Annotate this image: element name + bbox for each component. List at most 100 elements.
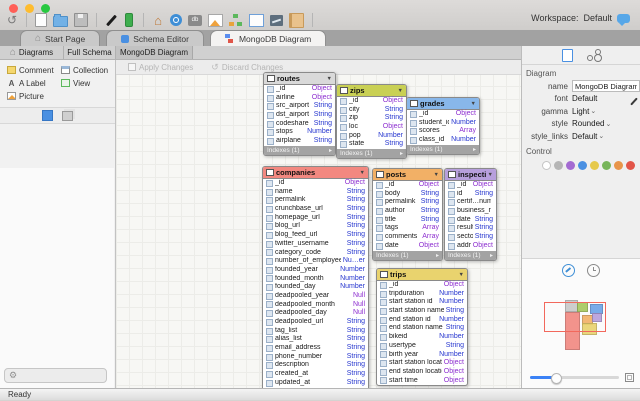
field-row[interactable]: _idObject <box>263 179 368 188</box>
field-row[interactable]: src_airportString <box>264 102 335 111</box>
connect-icon[interactable] <box>123 13 135 28</box>
undo-icon[interactable]: ↺ <box>6 13 18 28</box>
field-row[interactable]: deadpooled_urlString <box>263 318 368 327</box>
field-row[interactable]: stopsNumber <box>264 128 335 137</box>
tab-start-page[interactable]: ⌂ Start Page <box>20 30 100 46</box>
palette-item-view[interactable]: View <box>61 78 115 88</box>
field-row[interactable]: zipString <box>337 114 406 123</box>
collapse-caret-icon[interactable]: ▼ <box>360 170 365 176</box>
field-row[interactable]: twitter_usernameString <box>263 240 368 249</box>
field-row[interactable]: founded_monthNumber <box>263 275 368 284</box>
collection-header[interactable]: routes▼ <box>264 73 335 85</box>
property-value[interactable]: Default <box>572 94 597 103</box>
layers-icon[interactable] <box>62 111 73 121</box>
color-dot-6[interactable] <box>614 161 623 170</box>
field-row[interactable]: number_of_employeesNu…er <box>263 257 368 266</box>
field-row[interactable]: deadpooled_monthNull <box>263 301 368 310</box>
palette-item-comment[interactable]: Comment <box>7 65 61 75</box>
collection-header[interactable]: posts▼ <box>373 169 442 181</box>
collapse-caret-icon[interactable]: ▼ <box>434 172 439 178</box>
collapse-caret-icon[interactable]: ▼ <box>488 172 493 178</box>
field-row[interactable]: category_codeString <box>263 249 368 258</box>
field-row[interactable]: _idObject <box>445 181 496 190</box>
chevron-down-icon[interactable]: ⌄ <box>605 120 611 128</box>
zoom-slider[interactable] <box>530 376 619 379</box>
field-row[interactable]: locObject <box>337 123 406 132</box>
color-dot-5[interactable] <box>602 161 611 170</box>
field-row[interactable]: deadpooled_dayNull <box>263 309 368 318</box>
field-row[interactable]: phone_numberString <box>263 353 368 362</box>
hierarchy-icon[interactable] <box>229 13 243 28</box>
collapse-caret-icon[interactable]: ▼ <box>471 101 476 107</box>
color-dot-4[interactable] <box>590 161 599 170</box>
field-row[interactable]: sectorString <box>445 233 496 242</box>
tab-schema-editor[interactable]: Schema Editor <box>106 30 204 46</box>
field-row[interactable]: dst_airportString <box>264 111 335 120</box>
field-row[interactable]: _idObject <box>407 110 479 119</box>
edit-mode-icon[interactable] <box>562 264 575 277</box>
indexes-footer[interactable]: Indexes (1)▸ <box>407 145 479 154</box>
field-row[interactable]: crunchbase_urlString <box>263 205 368 214</box>
field-row[interactable]: resultString <box>445 224 496 233</box>
collection-header[interactable]: trips▼ <box>377 269 467 281</box>
new-file-icon[interactable] <box>35 13 47 28</box>
property-value[interactable]: Light <box>572 107 589 116</box>
minimap[interactable] <box>530 295 633 367</box>
history-icon[interactable] <box>587 264 600 277</box>
field-row[interactable]: _idObject <box>264 85 335 94</box>
image-export-icon[interactable] <box>208 13 223 28</box>
field-row[interactable]: end station nameString <box>377 324 467 333</box>
field-row[interactable]: addressObject <box>445 242 496 251</box>
pen-icon[interactable] <box>105 13 117 28</box>
field-row[interactable]: class_idNumber <box>407 136 479 145</box>
field-row[interactable]: stateString <box>337 140 406 149</box>
palette-item-collection[interactable]: Collection <box>61 65 115 75</box>
field-row[interactable]: dateString <box>445 216 496 225</box>
collection-header[interactable]: companies▼ <box>263 167 368 179</box>
field-row[interactable]: homepage_urlString <box>263 214 368 223</box>
color-dot-3[interactable] <box>578 161 587 170</box>
book-icon[interactable] <box>289 13 304 28</box>
indexes-footer[interactable]: Indexes (1)▸ <box>373 251 442 260</box>
workspace-value[interactable]: Default <box>583 13 612 23</box>
chevron-down-icon[interactable]: ⌄ <box>598 132 604 140</box>
field-row[interactable]: idString <box>445 190 496 199</box>
collapse-caret-icon[interactable]: ▼ <box>327 76 332 82</box>
color-dot-2[interactable] <box>566 161 575 170</box>
collection-header[interactable]: inspections▼ <box>445 169 496 181</box>
field-row[interactable]: email_addressString <box>263 344 368 353</box>
field-row[interactable]: _idObject <box>377 281 467 290</box>
collapse-caret-icon[interactable]: ▼ <box>459 272 464 278</box>
tab-mongodb-diagram[interactable]: MongoDB Diagram <box>210 30 326 46</box>
field-row[interactable]: business_name <box>445 207 496 216</box>
field-row[interactable]: birth yearNumber <box>377 351 467 360</box>
field-row[interactable]: nameString <box>263 188 368 197</box>
field-row[interactable]: tripdurationNumber <box>377 290 467 299</box>
field-row[interactable]: founded_yearNumber <box>263 266 368 275</box>
field-row[interactable]: commentsArray <box>373 233 442 242</box>
field-row[interactable]: blog_urlString <box>263 222 368 231</box>
field-row[interactable]: certif…number <box>445 198 496 207</box>
field-row[interactable]: tagsArray <box>373 224 442 233</box>
field-row[interactable]: _idObject <box>337 97 406 106</box>
collection-header[interactable]: grades▼ <box>407 98 479 110</box>
home-icon[interactable]: ⌂ <box>152 13 164 28</box>
document-tab-mongodb-diagram[interactable]: MongoDB Diagram <box>116 46 193 59</box>
indexes-footer[interactable]: Indexes (1)▸ <box>445 251 496 260</box>
name-input[interactable] <box>572 80 640 92</box>
fit-to-screen-icon[interactable] <box>625 373 634 382</box>
save-icon[interactable] <box>74 13 88 28</box>
field-row[interactable]: bodyString <box>373 190 442 199</box>
field-row[interactable]: usertypeString <box>377 342 467 351</box>
relations-icon[interactable] <box>587 49 600 61</box>
field-row[interactable]: airplaneString <box>264 137 335 146</box>
chevron-down-icon[interactable]: ⌄ <box>590 107 596 115</box>
field-row[interactable]: tag_listString <box>263 327 368 336</box>
document-properties-icon[interactable] <box>562 49 573 62</box>
field-row[interactable]: dateObject <box>373 242 442 251</box>
field-row[interactable]: start station nameString <box>377 307 467 316</box>
chart-icon[interactable] <box>270 13 283 28</box>
field-row[interactable]: permalinkString <box>373 198 442 207</box>
property-value[interactable]: Default <box>572 132 597 141</box>
preview-icon[interactable] <box>170 13 182 28</box>
